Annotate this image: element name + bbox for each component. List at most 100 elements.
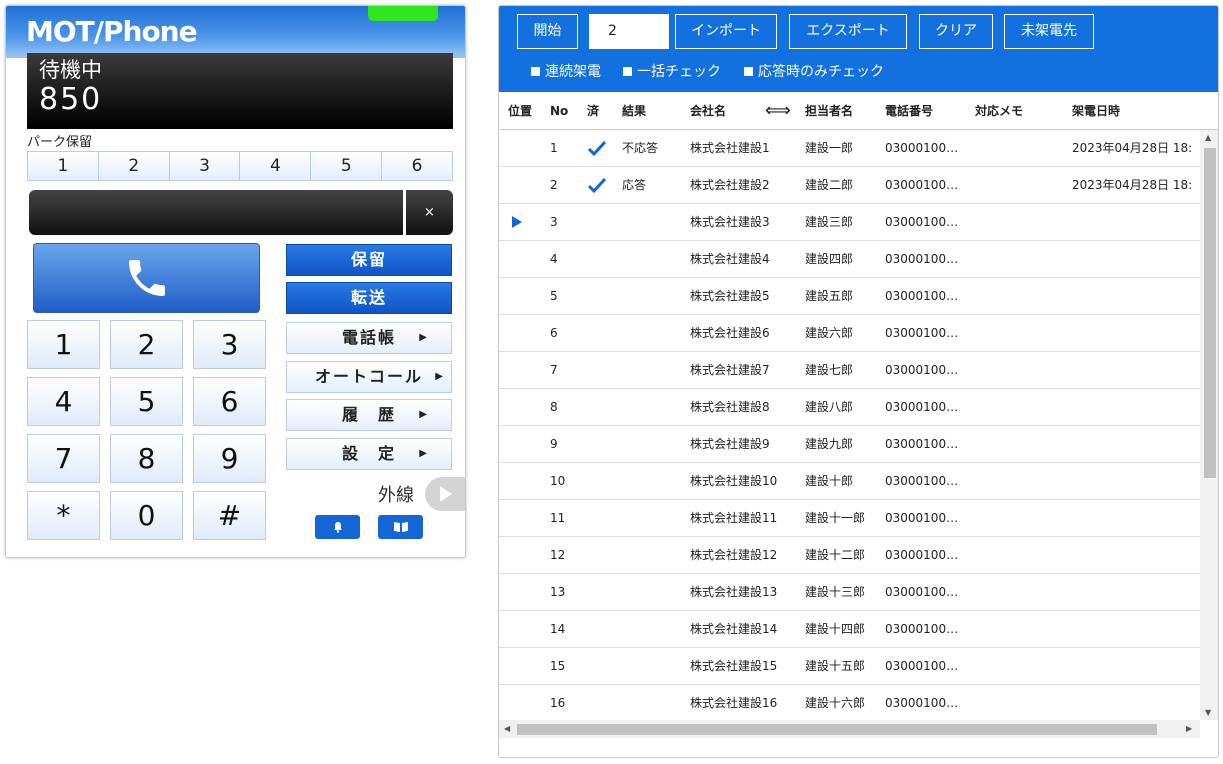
table-row[interactable]: 16 株式会社建設16 建設十六郎 03000100… — [499, 685, 1200, 716]
table-row[interactable]: 11 株式会社建設11 建設十一郎 03000100… — [499, 500, 1200, 537]
table-row[interactable]: 12 株式会社建設12 建設十二郎 03000100… — [499, 537, 1200, 574]
header-position[interactable]: 位置 — [508, 92, 532, 130]
park-slot-2[interactable]: 2 — [98, 152, 170, 180]
hold-button[interactable]: 保留 — [286, 244, 452, 276]
cell-phone: 03000100… — [885, 215, 959, 229]
start-button[interactable]: 開始 — [517, 14, 578, 49]
column-resize-icon[interactable]: ⟺ — [765, 92, 791, 130]
scroll-right-icon[interactable]: ▶ — [1186, 724, 1192, 733]
cell-no: 4 — [550, 252, 558, 266]
cell-phone: 03000100… — [885, 696, 959, 710]
cell-phone: 03000100… — [885, 400, 959, 414]
cell-company: 株式会社建設5 — [690, 289, 770, 303]
uncalled-button[interactable]: 未架電先 — [1004, 14, 1094, 49]
notification-button[interactable] — [315, 515, 360, 539]
continuous-call-option[interactable]: 連続架電 — [531, 61, 601, 81]
table-row[interactable]: 7 株式会社建設7 建設七郎 03000100… — [499, 352, 1200, 389]
book-button[interactable] — [378, 515, 423, 539]
cell-company: 株式会社建設16 — [690, 696, 778, 710]
count-input[interactable]: 2 — [589, 14, 669, 49]
key-7[interactable]: 7 — [27, 434, 100, 483]
chevron-right-icon: ▶ — [419, 448, 429, 459]
vertical-scroll-thumb[interactable] — [1204, 148, 1216, 478]
header-done[interactable]: 済 — [587, 92, 599, 130]
table-row[interactable]: 9 株式会社建設9 建設九郎 03000100… — [499, 426, 1200, 463]
call-button[interactable] — [33, 243, 260, 313]
bell-icon — [333, 522, 342, 533]
table-row[interactable]: 3 株式会社建設3 建設三郎 03000100… — [499, 204, 1200, 241]
bulk-check-checkbox[interactable] — [623, 66, 632, 76]
cell-person: 建設十五郎 — [805, 659, 866, 673]
answered-only-checkbox[interactable] — [744, 66, 753, 76]
clear-button[interactable]: クリア — [919, 14, 993, 49]
header-memo[interactable]: 対応メモ — [975, 92, 1023, 130]
table-row[interactable]: 6 株式会社建設6 建設六郎 03000100… — [499, 315, 1200, 352]
clear-number-button[interactable]: × — [406, 190, 453, 235]
key-star[interactable]: * — [27, 491, 100, 540]
key-6[interactable]: 6 — [193, 377, 266, 426]
phonebook-button[interactable]: 電話帳 ▶ — [286, 322, 452, 354]
key-8[interactable]: 8 — [110, 434, 183, 483]
key-0[interactable]: 0 — [110, 491, 183, 540]
cell-phone: 03000100… — [885, 659, 959, 673]
cell-person: 建設四郎 — [805, 252, 854, 266]
horizontal-scroll-thumb[interactable] — [517, 724, 1157, 735]
bulk-check-option[interactable]: 一括チェック — [623, 61, 721, 81]
key-4[interactable]: 4 — [27, 377, 100, 426]
outside-line-label: 外線 — [378, 485, 414, 506]
park-slot-5[interactable]: 5 — [311, 152, 383, 180]
cell-person: 建設十六郎 — [805, 696, 866, 710]
cell-company: 株式会社建設15 — [690, 659, 778, 673]
key-3[interactable]: 3 — [193, 320, 266, 369]
settings-button[interactable]: 設 定 ▶ — [286, 438, 452, 470]
scroll-down-icon[interactable]: ▼ — [1205, 708, 1211, 717]
table-row[interactable]: 1 不応答 株式会社建設1 建設一郎 03000100… 2023年04月28日 18: — [499, 130, 1200, 167]
key-hash[interactable]: # — [193, 491, 266, 540]
dial-number-input[interactable] — [29, 190, 403, 235]
autocall-button[interactable]: オートコール ▶ — [286, 361, 452, 393]
cell-no: 10 — [550, 474, 566, 488]
header-no[interactable]: No — [550, 92, 568, 130]
cell-no: 8 — [550, 400, 558, 414]
cell-person: 建設十一郎 — [805, 511, 866, 525]
table-row[interactable]: 10 株式会社建設10 建設十郎 03000100… — [499, 463, 1200, 500]
table-row[interactable]: 15 株式会社建設15 建設十五郎 03000100… — [499, 648, 1200, 685]
transfer-button[interactable]: 転送 — [286, 282, 452, 314]
header-datetime[interactable]: 架電日時 — [1072, 92, 1120, 130]
park-slot-4[interactable]: 4 — [240, 152, 312, 180]
answered-only-option[interactable]: 応答時のみチェック — [744, 61, 884, 81]
header-company[interactable]: 会社名 — [690, 92, 726, 130]
import-button[interactable]: インポート — [675, 14, 777, 49]
extension-number: 850 — [39, 82, 103, 117]
history-button[interactable]: 履 歴 ▶ — [286, 399, 452, 431]
cell-phone: 03000100… — [885, 585, 959, 599]
key-5[interactable]: 5 — [110, 377, 183, 426]
key-1[interactable]: 1 — [27, 320, 100, 369]
play-icon — [440, 486, 452, 502]
export-button[interactable]: エクスポート — [789, 14, 907, 49]
horizontal-scrollbar[interactable]: ◀ ▶ — [499, 720, 1200, 738]
key-2[interactable]: 2 — [110, 320, 183, 369]
cell-result: 応答 — [622, 178, 647, 192]
table-row[interactable]: 5 株式会社建設5 建設五郎 03000100… — [499, 278, 1200, 315]
outside-line-button[interactable] — [425, 477, 465, 511]
park-slot-6[interactable]: 6 — [382, 152, 452, 180]
key-9[interactable]: 9 — [193, 434, 266, 483]
header-person[interactable]: 担当者名 — [805, 92, 853, 130]
table-row[interactable]: 13 株式会社建設13 建設十三郎 03000100… — [499, 574, 1200, 611]
dial-keypad: 1 2 3 4 5 6 7 8 9 * 0 # — [27, 320, 267, 540]
phone-state: 待機中 — [39, 58, 102, 82]
table-row[interactable]: 4 株式会社建設4 建設四郎 03000100… — [499, 241, 1200, 278]
table-row[interactable]: 8 株式会社建設8 建設八郎 03000100… — [499, 389, 1200, 426]
scroll-up-icon[interactable]: ▲ — [1205, 133, 1211, 142]
table-row[interactable]: 14 株式会社建設14 建設十四郎 03000100… — [499, 611, 1200, 648]
vertical-scrollbar[interactable]: ▲ ▼ — [1200, 130, 1218, 720]
header-result[interactable]: 結果 — [622, 92, 646, 130]
continuous-call-checkbox[interactable] — [531, 66, 540, 76]
cell-phone: 03000100… — [885, 511, 959, 525]
park-slot-1[interactable]: 1 — [28, 152, 99, 180]
table-row[interactable]: 2 応答 株式会社建設2 建設二郎 03000100… 2023年04月28日 18: — [499, 167, 1200, 204]
park-slot-3[interactable]: 3 — [169, 152, 241, 180]
scroll-left-icon[interactable]: ◀ — [504, 724, 510, 733]
header-phone[interactable]: 電話番号 — [885, 92, 933, 130]
